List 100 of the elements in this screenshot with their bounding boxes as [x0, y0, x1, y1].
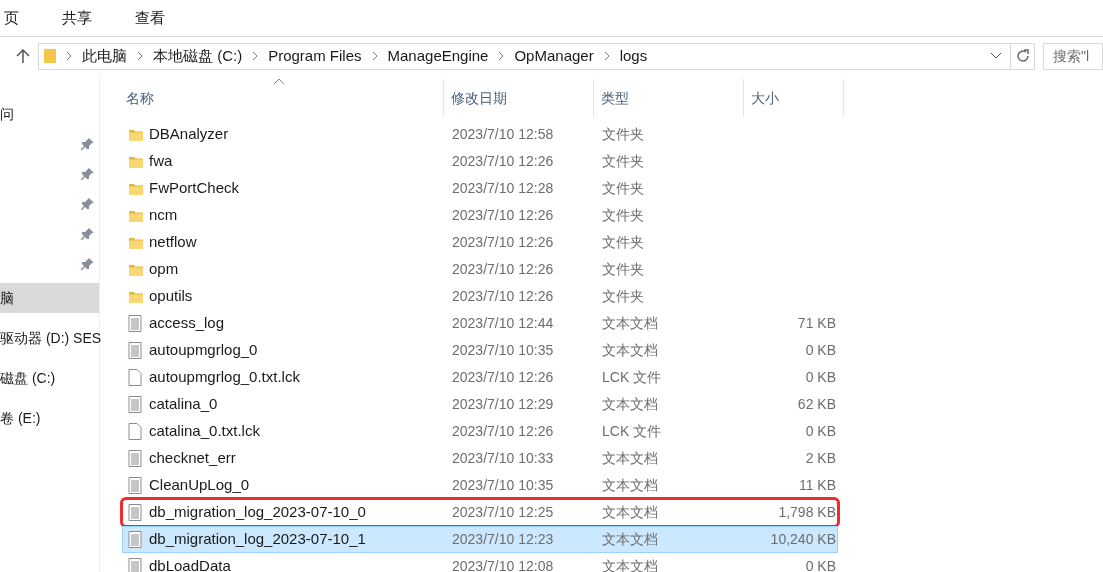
modified-date: 2023/7/10 10:33	[451, 449, 555, 468]
pin-icon	[81, 137, 95, 151]
file-name: CleanUpLog_0	[149, 475, 251, 496]
file-row[interactable]: oputils 2023/7/10 12:26 文件夹	[122, 283, 838, 310]
ribbon-tab[interactable]: 页	[0, 6, 23, 30]
modified-date: 2023/7/10 12:28	[451, 179, 555, 198]
modified-date: 2023/7/10 12:25	[451, 503, 555, 522]
file-row[interactable]: autoupmgrlog_0.txt.lck 2023/7/10 12:26 LCK 文件 0 KB	[122, 364, 838, 391]
file-name: DBAnalyzer	[149, 124, 230, 145]
file-name: netflow	[149, 232, 198, 253]
file-type: 文本文档	[601, 476, 659, 495]
modified-date: 2023/7/10 12:26	[451, 287, 555, 306]
file-type: LCK 文件	[601, 422, 663, 441]
file-type: 文件夹	[601, 152, 645, 171]
column-header[interactable]: 大小	[744, 79, 844, 117]
file-row[interactable]: dbLoadData 2023/7/10 12:08 文本文档 0 KB	[122, 553, 838, 572]
modified-date: 2023/7/10 12:26	[451, 260, 555, 279]
file-row[interactable]: DBAnalyzer 2023/7/10 12:58 文件夹	[122, 121, 838, 148]
file-type: 文本文档	[601, 530, 659, 549]
file-row[interactable]: CleanUpLog_0 2023/7/10 10:35 文本文档 11 KB	[122, 472, 838, 499]
modified-date: 2023/7/10 12:29	[451, 395, 555, 414]
file-row[interactable]: autoupmgrlog_0 2023/7/10 10:35 文本文档 0 KB	[122, 337, 838, 364]
file-type: 文本文档	[601, 341, 659, 360]
file-row[interactable]: opm 2023/7/10 12:26 文件夹	[122, 256, 838, 283]
file-name: dbLoadData	[149, 556, 232, 572]
file-type: 文件夹	[601, 179, 645, 198]
modified-date: 2023/7/10 12:26	[451, 152, 555, 171]
address-bar[interactable]: 此电脑 本地磁盘 (C:) Program Files ManageEngine OpManager logs	[38, 42, 1035, 70]
file-size: 0 KB	[804, 422, 836, 441]
file-row[interactable]: access_log 2023/7/10 12:44 文本文档 71 KB	[122, 310, 838, 337]
file-name: catalina_0	[149, 394, 219, 415]
modified-date: 2023/7/10 12:26	[451, 206, 555, 225]
file-row[interactable]: checknet_err 2023/7/10 10:33 文本文档 2 KB	[122, 445, 838, 472]
file-size: 71 KB	[796, 314, 836, 333]
file-row[interactable]: ncm 2023/7/10 12:26 文件夹	[122, 202, 838, 229]
file-name: opm	[149, 259, 180, 280]
file-row[interactable]: FwPortCheck 2023/7/10 12:28 文件夹	[122, 175, 838, 202]
breadcrumb[interactable]: Program Files	[268, 44, 362, 68]
text-file-icon	[128, 504, 142, 521]
breadcrumb[interactable]: 本地磁盘 (C:)	[153, 44, 243, 68]
column-header[interactable]: 类型	[594, 79, 744, 117]
sidebar-item[interactable]: 卷 (E:)	[0, 403, 99, 433]
ribbon-tab[interactable]: 共享	[58, 6, 96, 30]
blank-file-icon	[128, 369, 142, 386]
file-name: autoupmgrlog_0.txt.lck	[149, 367, 301, 388]
file-name: oputils	[149, 286, 194, 307]
column-header[interactable]: 名称	[122, 79, 444, 117]
file-name: db_migration_log_2023-07-10_0	[149, 502, 367, 523]
sidebar-item[interactable]: 驱动器 (D:) SES	[0, 323, 99, 353]
breadcrumb[interactable]: 此电脑	[82, 44, 127, 68]
file-row[interactable]: netflow 2023/7/10 12:26 文件夹	[122, 229, 838, 256]
text-file-icon	[128, 342, 142, 359]
ribbon-tab[interactable]: 查看	[131, 6, 169, 30]
file-type: 文本文档	[601, 314, 659, 333]
file-type: 文本文档	[601, 395, 659, 414]
sidebar-item[interactable]: 脑	[0, 283, 99, 313]
pin-icon	[81, 257, 95, 271]
text-file-icon	[128, 450, 142, 467]
text-file-icon	[128, 477, 142, 494]
file-type: 文件夹	[601, 125, 645, 144]
text-file-icon	[128, 396, 142, 413]
file-name: autoupmgrlog_0	[149, 340, 259, 361]
sidebar-item[interactable]: 问	[0, 99, 99, 129]
search-field[interactable]: 搜索"l	[1043, 42, 1103, 70]
sidebar-item[interactable]: 磁盘 (C:)	[0, 363, 99, 393]
file-type: 文本文档	[601, 449, 659, 468]
pin-icon	[81, 197, 95, 211]
folder-icon	[44, 48, 56, 64]
file-type: 文件夹	[601, 287, 645, 306]
file-type: 文本文档	[601, 557, 659, 572]
file-name: fwa	[149, 151, 174, 172]
file-row[interactable]: db_migration_log_2023-07-10_0 2023/7/10 12:25 文本文档 1,798 KB	[122, 499, 838, 526]
file-row[interactable]: catalina_0 2023/7/10 12:29 文本文档 62 KB	[122, 391, 838, 418]
modified-date: 2023/7/10 12:58	[451, 125, 555, 144]
modified-date: 2023/7/10 10:35	[451, 341, 555, 360]
modified-date: 2023/7/10 12:26	[451, 368, 555, 387]
file-row[interactable]: catalina_0.txt.lck 2023/7/10 12:26 LCK 文件 0 KB	[122, 418, 838, 445]
file-size: 1,798 KB	[777, 503, 836, 522]
column-header[interactable]: 修改日期	[444, 79, 594, 117]
modified-date: 2023/7/10 12:44	[451, 314, 555, 333]
file-size: 2 KB	[804, 449, 836, 468]
up-arrow-icon[interactable]	[16, 48, 30, 64]
pin-icon	[81, 167, 95, 181]
chevron-icon	[371, 51, 378, 61]
file-name: FwPortCheck	[149, 178, 241, 199]
file-size: 10,240 KB	[769, 530, 836, 549]
breadcrumb[interactable]: ManageEngine	[387, 44, 489, 68]
file-name: access_log	[149, 313, 226, 334]
text-file-icon	[128, 531, 142, 548]
file-row[interactable]: fwa 2023/7/10 12:26 文件夹	[122, 148, 838, 175]
file-row[interactable]: db_migration_log_2023-07-10_1 2023/7/10 12:23 文本文档 10,240 KB	[122, 526, 838, 553]
file-name: db_migration_log_2023-07-10_1	[149, 529, 367, 550]
modified-date: 2023/7/10 12:08	[451, 557, 555, 572]
refresh-icon[interactable]	[1014, 48, 1031, 64]
breadcrumb[interactable]: logs	[619, 44, 648, 68]
dropdown-icon[interactable]	[990, 52, 1002, 60]
file-name: catalina_0.txt.lck	[149, 421, 261, 442]
text-file-icon	[128, 315, 142, 332]
file-size: 0 KB	[804, 557, 836, 572]
breadcrumb[interactable]: OpManager	[514, 44, 594, 68]
